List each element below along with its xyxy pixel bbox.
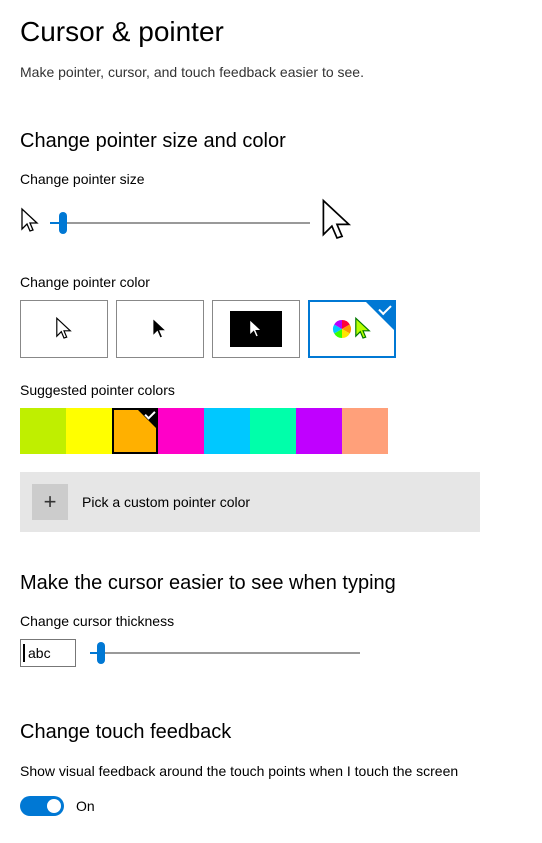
color-wheel-icon	[332, 319, 352, 339]
page-subtitle: Make pointer, cursor, and touch feedback…	[20, 64, 522, 80]
plus-icon: +	[32, 484, 68, 520]
pointer-color-custom[interactable]	[308, 300, 396, 358]
suggested-colors-label: Suggested pointer colors	[20, 382, 522, 398]
cursor-thickness-label: Change cursor thickness	[20, 613, 522, 629]
color-swatch-6[interactable]	[296, 408, 342, 454]
color-swatch-4[interactable]	[204, 408, 250, 454]
pointer-color-inverted[interactable]	[212, 300, 300, 358]
pointer-size-slider[interactable]	[50, 213, 310, 233]
pointer-size-row	[20, 197, 522, 248]
page-title: Cursor & pointer	[20, 16, 522, 48]
pointer-color-white[interactable]	[20, 300, 108, 358]
color-swatch-3[interactable]	[158, 408, 204, 454]
section-pointer-size-color: Change pointer size and color	[20, 130, 522, 153]
pointer-size-label: Change pointer size	[20, 171, 522, 187]
touch-feedback-label: Show visual feedback around the touch po…	[20, 762, 522, 782]
section-touch-feedback: Change touch feedback	[20, 721, 522, 744]
color-swatch-5[interactable]	[250, 408, 296, 454]
cursor-small-icon	[20, 207, 40, 238]
color-swatch-2[interactable]	[112, 408, 158, 454]
color-swatch-7[interactable]	[342, 408, 388, 454]
cursor-thickness-row: abc	[20, 639, 522, 667]
pointer-color-options	[20, 300, 522, 358]
suggested-colors-row	[20, 408, 522, 454]
color-swatch-1[interactable]	[66, 408, 112, 454]
cursor-thickness-preview-text: abc	[28, 645, 51, 661]
checkmark-icon	[366, 302, 394, 330]
pointer-color-label: Change pointer color	[20, 274, 522, 290]
touch-feedback-toggle-row: On	[20, 796, 522, 816]
cursor-large-icon	[320, 197, 354, 248]
custom-color-label: Pick a custom pointer color	[82, 494, 250, 510]
color-swatch-0[interactable]	[20, 408, 66, 454]
checkmark-icon	[136, 408, 158, 430]
cursor-thickness-preview: abc	[20, 639, 76, 667]
pointer-color-black[interactable]	[116, 300, 204, 358]
cursor-thickness-slider[interactable]	[90, 643, 360, 663]
section-cursor-thickness: Make the cursor easier to see when typin…	[20, 572, 522, 595]
custom-color-button[interactable]: + Pick a custom pointer color	[20, 472, 480, 532]
touch-feedback-toggle[interactable]	[20, 796, 64, 816]
touch-feedback-toggle-state: On	[76, 798, 95, 814]
